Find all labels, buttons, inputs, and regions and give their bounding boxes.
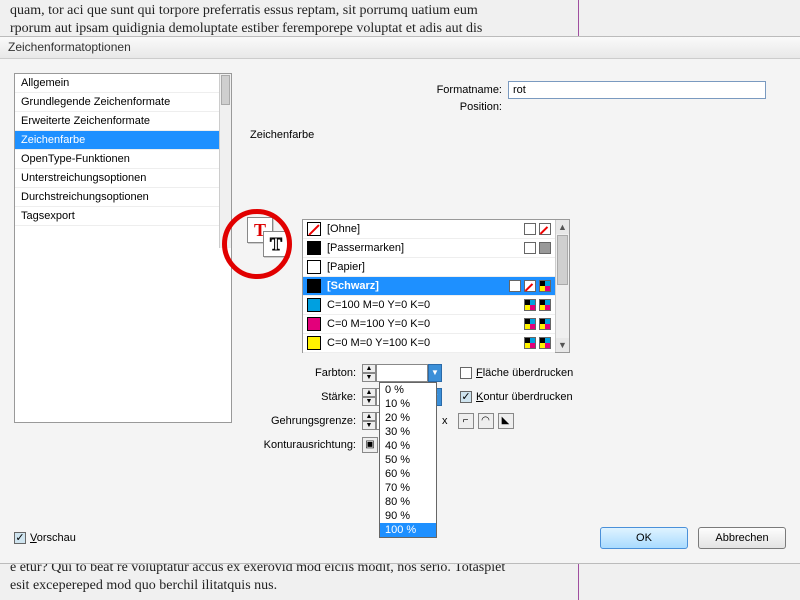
category-item[interactable]: Allgemein [15, 74, 231, 93]
category-item[interactable]: OpenType-Funktionen [15, 150, 231, 169]
preview-checkbox[interactable]: ✓ Vorschau [14, 532, 76, 544]
dialog-titlebar: Zeichenformatoptionen [0, 37, 800, 59]
section-title: Zeichenfarbe [250, 129, 314, 141]
swatch-row[interactable]: [Passermarken] [303, 239, 555, 258]
swatch-name: [Schwarz] [327, 280, 503, 292]
swatch-row[interactable]: [Schwarz] [303, 277, 555, 296]
dropdown-item[interactable]: 20 % [380, 411, 436, 425]
swatch-color-icon [307, 222, 321, 236]
dropdown-item[interactable]: 100 % [380, 523, 436, 537]
dialog-title: Zeichenformatoptionen [8, 40, 131, 54]
swatch-row[interactable]: [Papier] [303, 258, 555, 277]
dropdown-item[interactable]: 40 % [380, 439, 436, 453]
dropdown-item[interactable]: 60 % [380, 467, 436, 481]
category-item[interactable]: Tagsexport [15, 207, 231, 226]
tint-dropdown-button[interactable]: ▼ [428, 364, 442, 382]
swatch-row[interactable]: C=100 M=0 Y=0 K=0 [303, 296, 555, 315]
swatch-flags [509, 280, 551, 292]
category-scrollbar[interactable] [219, 74, 231, 248]
position-label: Position: [420, 101, 502, 113]
swatch-flags [524, 223, 551, 235]
preview-label: Vorschau [30, 532, 76, 544]
category-item[interactable]: Erweiterte Zeichenformate [15, 112, 231, 131]
swatch-name: C=0 M=100 Y=0 K=0 [327, 318, 518, 330]
weight-label: Stärke: [256, 391, 362, 403]
dropdown-item[interactable]: 10 % [380, 397, 436, 411]
swatch-flags [524, 318, 551, 330]
category-item[interactable]: Unterstreichungsoptionen [15, 169, 231, 188]
overprint-fill-checkbox[interactable]: Fläche überdrucken [460, 367, 573, 379]
stroke-color-icon[interactable]: T [263, 231, 289, 257]
swatch-name: [Ohne] [327, 223, 518, 235]
tint-field[interactable] [376, 364, 428, 382]
join-round-icon[interactable]: ◠ [478, 413, 494, 429]
overprint-stroke-label: Kontur überdrucken [476, 391, 573, 403]
tint-label: Farbton: [256, 367, 362, 379]
swatch-row[interactable]: C=0 M=100 Y=0 K=0 [303, 315, 555, 334]
cancel-button[interactable]: Abbrechen [698, 527, 786, 549]
swatch-flags [524, 337, 551, 349]
dropdown-item[interactable]: 90 % [380, 509, 436, 523]
tint-dropdown-list[interactable]: 0 %10 %20 %30 %40 %50 %60 %70 %80 %90 %1… [379, 382, 437, 538]
align-center-icon[interactable]: ▣ [362, 437, 378, 453]
join-miter-icon[interactable]: ⌐ [458, 413, 474, 429]
background-body-text: quam, tor aci que sunt qui torpore prefe… [0, 0, 800, 39]
swatch-name: C=0 M=0 Y=100 K=0 [327, 337, 518, 349]
dropdown-item[interactable]: 30 % [380, 425, 436, 439]
swatch-color-icon [307, 260, 321, 274]
fill-stroke-toggle[interactable]: T T [247, 217, 293, 259]
dropdown-item[interactable]: 50 % [380, 453, 436, 467]
overprint-stroke-checkbox[interactable]: ✓ Kontur überdrucken [460, 391, 573, 403]
swatch-row[interactable]: [Ohne] [303, 220, 555, 239]
category-item[interactable]: Durchstreichungsoptionen [15, 188, 231, 207]
join-bevel-icon[interactable]: ◣ [498, 413, 514, 429]
character-style-options-dialog: Zeichenformatoptionen AllgemeinGrundlege… [0, 36, 800, 564]
swatch-scrollbar[interactable]: ▲ ▼ [555, 220, 569, 352]
formatname-label: Formatname: [420, 84, 502, 96]
swatch-name: [Passermarken] [327, 242, 518, 254]
category-item[interactable]: Zeichenfarbe [15, 131, 231, 150]
swatch-color-icon [307, 298, 321, 312]
swatch-row[interactable]: C=0 M=0 Y=100 K=0 [303, 334, 555, 353]
formatname-input[interactable] [508, 81, 766, 99]
swatch-list[interactable]: [Ohne] [Passermarken] [Papier] [Schwarz] C=1… [302, 219, 570, 353]
category-item[interactable]: Grundlegende Zeichenformate [15, 93, 231, 112]
ok-button[interactable]: OK [600, 527, 688, 549]
swatch-color-icon [307, 336, 321, 350]
miter-label: Gehrungsgrenze: [256, 415, 362, 427]
dropdown-item[interactable]: 0 % [380, 383, 436, 397]
swatch-name: C=100 M=0 Y=0 K=0 [327, 299, 518, 311]
overprint-fill-label: Fläche überdrucken [476, 367, 573, 379]
miter-x-label: x [442, 415, 448, 427]
swatch-flags [524, 299, 551, 311]
swatch-name: [Papier] [327, 261, 545, 273]
swatch-color-icon [307, 317, 321, 331]
stroke-align-label: Konturausrichtung: [256, 439, 362, 451]
category-list[interactable]: AllgemeinGrundlegende ZeichenformateErwe… [14, 73, 232, 423]
swatch-flags [524, 242, 551, 254]
tint-stepper[interactable]: ▲▼ ▼ [362, 364, 442, 382]
swatch-color-icon [307, 241, 321, 255]
dropdown-item[interactable]: 70 % [380, 481, 436, 495]
swatch-color-icon [307, 279, 321, 293]
dropdown-item[interactable]: 80 % [380, 495, 436, 509]
